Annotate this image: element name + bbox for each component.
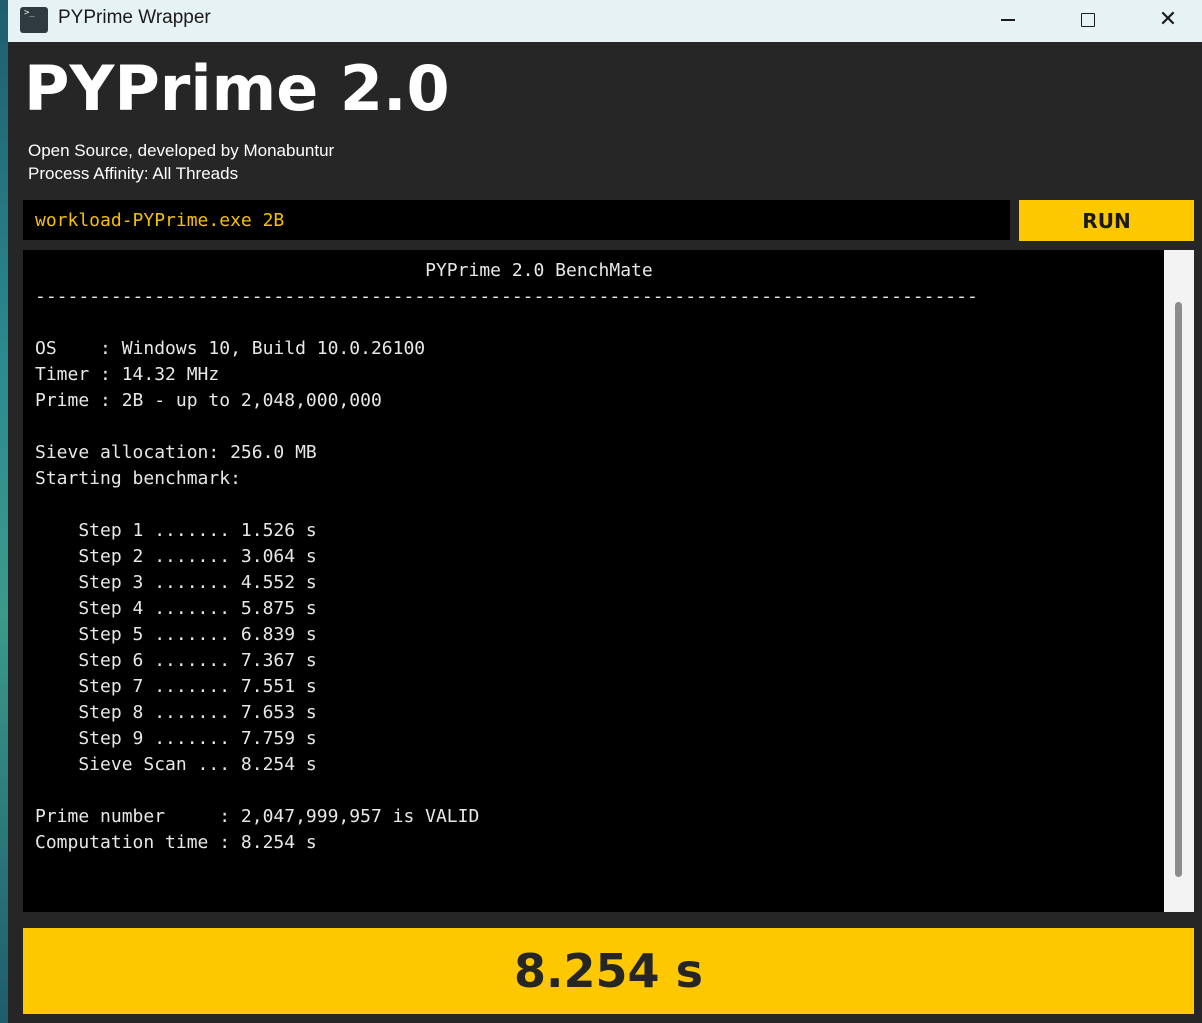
console-scrollbar[interactable] [1164,250,1194,912]
console-line: ----------------------------------------… [35,286,978,307]
console-line: Step 8 ....... 7.653 s [35,702,317,723]
maximize-button[interactable] [1058,0,1118,40]
process-affinity-info: Process Affinity: All Threads [28,164,239,183]
app-title: PYPrime 2.0 [24,52,450,125]
console-line: PYPrime 2.0 BenchMate [35,260,653,281]
console-line: Computation time : 8.254 s [35,832,317,853]
minimize-icon [1001,19,1015,21]
console-line: Step 5 ....... 6.839 s [35,624,317,645]
console-line: Step 1 ....... 1.526 s [35,520,317,541]
console-line: Prime : 2B - up to 2,048,000,000 [35,390,382,411]
console-line: Prime number : 2,047,999,957 is VALID [35,806,480,827]
title-bar: >_ PYPrime Wrapper ✕ [8,0,1202,42]
console-output: PYPrime 2.0 BenchMate ------------------… [23,250,1164,912]
console-line: Step 6 ....... 7.367 s [35,650,317,671]
close-button[interactable]: ✕ [1138,0,1198,40]
terminal-icon: >_ [20,7,48,33]
console-line: Step 2 ....... 3.064 s [35,546,317,567]
minimize-button[interactable] [978,0,1038,40]
console-line: Sieve Scan ... 8.254 s [35,754,317,775]
window-title: PYPrime Wrapper [58,7,211,28]
console-line: Starting benchmark: [35,468,241,489]
app-window: >_ PYPrime Wrapper ✕ PYPrime 2.0 Open So… [8,0,1202,1023]
close-icon: ✕ [1158,7,1178,32]
console-line: Step 7 ....... 7.551 s [35,676,317,697]
console-line: Step 4 ....... 5.875 s [35,598,317,619]
console-line: Timer : 14.32 MHz [35,364,220,385]
console-text: PYPrime 2.0 BenchMate ------------------… [23,250,1164,856]
desktop-background [0,0,8,1023]
developer-info: Open Source, developed by Monabuntur [28,141,335,160]
result-time: 8.254 s [514,944,703,998]
console-line: Sieve allocation: 256.0 MB [35,442,317,463]
result-bar: 8.254 s [23,928,1194,1014]
console-line: Step 9 ....... 7.759 s [35,728,317,749]
console-line: OS : Windows 10, Build 10.0.26100 [35,338,426,359]
console-line: Step 3 ....... 4.552 s [35,572,317,593]
command-input[interactable] [23,200,1010,240]
scrollbar-thumb[interactable] [1175,302,1182,877]
run-button[interactable]: RUN [1019,200,1194,241]
maximize-icon [1081,13,1095,27]
